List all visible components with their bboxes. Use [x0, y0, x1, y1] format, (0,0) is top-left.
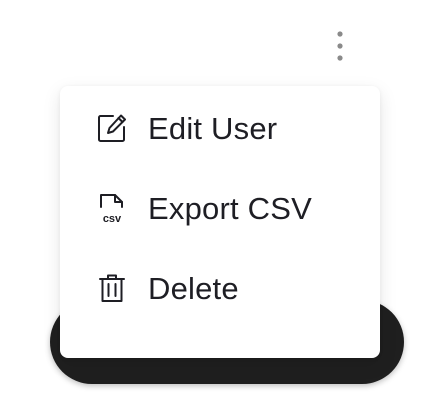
- csv-file-icon: csv: [96, 192, 128, 224]
- menu-item-delete[interactable]: Delete: [60, 260, 380, 316]
- more-options-button[interactable]: [322, 26, 358, 66]
- kebab-vertical-icon: [336, 30, 344, 62]
- context-menu: Edit User csv Export CSV Delete: [60, 86, 380, 358]
- menu-item-label: Delete: [148, 270, 239, 306]
- trash-icon: [96, 272, 128, 304]
- menu-item-label: Edit User: [148, 110, 278, 146]
- menu-item-edit-user[interactable]: Edit User: [60, 100, 380, 156]
- menu-item-export-csv[interactable]: csv Export CSV: [60, 156, 380, 260]
- menu-item-label: Export CSV: [148, 190, 312, 226]
- svg-text:csv: csv: [103, 213, 122, 224]
- edit-icon: [96, 112, 128, 144]
